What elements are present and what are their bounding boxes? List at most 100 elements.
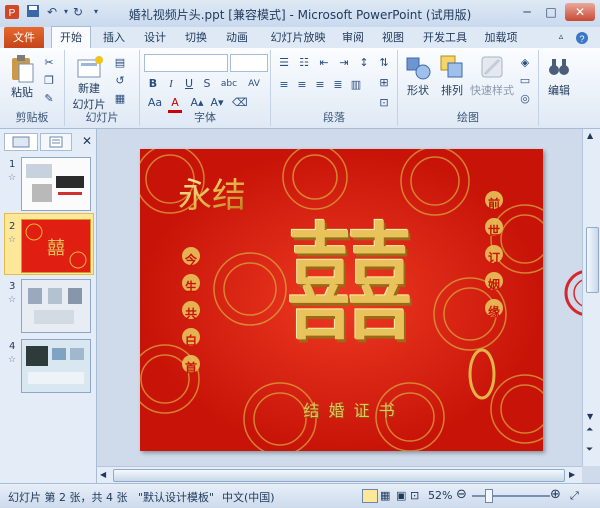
horizontal-scrollbar[interactable]: ◀ ▶ bbox=[97, 466, 582, 484]
change-case-button[interactable]: Aa bbox=[146, 96, 164, 110]
line-spacing-icon[interactable]: ↕ bbox=[357, 56, 371, 70]
slide-thumbnail-2[interactable]: 囍 bbox=[21, 219, 91, 273]
animation-star-icon: ☆ bbox=[8, 235, 17, 245]
vertical-scrollbar[interactable]: ▲ ▼ ⏶ ⏷ bbox=[582, 129, 600, 466]
language-indicator[interactable]: 中文(中国) bbox=[222, 489, 275, 505]
tab-developer[interactable]: 开发工具 bbox=[419, 27, 471, 48]
font-name-combo[interactable] bbox=[144, 54, 228, 72]
shape-effects-icon[interactable]: ◎ bbox=[518, 92, 532, 106]
underline-button[interactable]: U bbox=[182, 77, 196, 91]
slide-thumbnail-3[interactable] bbox=[21, 279, 91, 333]
numbering-icon[interactable]: ☷ bbox=[297, 56, 311, 70]
tab-transitions[interactable]: 切换 bbox=[178, 27, 214, 48]
align-text-icon[interactable]: ⊞ bbox=[377, 76, 391, 90]
grow-font-icon[interactable]: A▴ bbox=[190, 96, 204, 110]
columns-icon[interactable]: ▥ bbox=[349, 78, 363, 92]
quick-styles-icon bbox=[481, 56, 503, 78]
group-paragraph: ☰ ☷ ⇤ ⇥ ↕ ⇅ ⊞ ⊡ ≡ ≡ ≡ ≣ ▥ 段落 bbox=[271, 50, 398, 126]
slideshow-icon[interactable]: ⊡ bbox=[410, 489, 419, 502]
align-left-icon[interactable]: ≡ bbox=[277, 78, 291, 92]
shadow-button[interactable]: abc bbox=[218, 77, 240, 91]
svg-text:囍: 囍 bbox=[47, 238, 65, 259]
double-happiness-character: 囍 bbox=[284, 208, 415, 360]
normal-view-icon[interactable] bbox=[362, 489, 378, 503]
tab-animations[interactable]: 动画 bbox=[219, 27, 255, 48]
char-spacing-button[interactable]: AV bbox=[244, 77, 264, 91]
italic-button[interactable]: I bbox=[164, 77, 178, 91]
format-painter-icon[interactable]: ✎ bbox=[42, 92, 56, 106]
cut-icon[interactable]: ✂ bbox=[42, 56, 56, 70]
animation-star-icon: ☆ bbox=[8, 355, 17, 365]
tab-file[interactable]: 文件 bbox=[4, 27, 44, 48]
slide-number: 4 bbox=[9, 341, 16, 352]
outline-tab[interactable] bbox=[40, 133, 72, 151]
tab-insert[interactable]: 插入 bbox=[96, 27, 132, 48]
fit-to-window-icon[interactable]: ⤢ bbox=[570, 489, 579, 503]
horizontal-scroll-thumb[interactable] bbox=[113, 469, 565, 482]
increase-indent-icon[interactable]: ⇥ bbox=[337, 56, 351, 70]
zoom-in-icon[interactable]: ⊕ bbox=[550, 487, 561, 502]
title-bar: P ↶ ▾ ↻ ▾ 婚礼视频片头.ppt [兼容模式] - Microsoft … bbox=[0, 0, 600, 28]
layout-icon[interactable]: ▤ bbox=[113, 56, 127, 70]
slide-4-preview bbox=[22, 340, 90, 392]
group-drawing: 形状 排列 快速样式 ◈ ▭ ◎ 绘图 bbox=[398, 50, 539, 126]
shapes-icon bbox=[406, 57, 431, 80]
tab-design[interactable]: 设计 bbox=[137, 27, 173, 48]
right-vertical-text: 前 世 订 姻 缘 bbox=[487, 197, 500, 319]
shape-outline-icon[interactable]: ▭ bbox=[518, 74, 532, 88]
shrink-font-icon[interactable]: A▾ bbox=[210, 96, 224, 110]
scroll-up-icon[interactable]: ▲ bbox=[587, 131, 593, 140]
next-slide-icon[interactable]: ⏷ bbox=[586, 445, 593, 455]
copy-icon[interactable]: ❐ bbox=[42, 74, 56, 88]
decrease-indent-icon[interactable]: ⇤ bbox=[317, 56, 331, 70]
status-bar: 幻灯片 第 2 张，共 4 张 "默认设计模板" 中文(中国) ▦ ▣ ⊡ 52… bbox=[0, 483, 600, 508]
zoom-level[interactable]: 52% bbox=[428, 489, 452, 502]
tab-slideshow[interactable]: 幻灯片放映 bbox=[262, 27, 334, 48]
quick-styles-button[interactable]: 快速样式 bbox=[470, 54, 514, 98]
section-icon[interactable]: ▦ bbox=[113, 92, 127, 106]
scroll-right-icon[interactable]: ▶ bbox=[569, 470, 575, 479]
bold-button[interactable]: B bbox=[146, 77, 160, 91]
slide-canvas[interactable]: 永结 今 生 共 白 首 前 世 订 姻 缘 囍 结 婚 证 书 bbox=[140, 149, 543, 451]
scroll-left-icon[interactable]: ◀ bbox=[100, 470, 106, 479]
paste-button[interactable]: 粘贴 bbox=[6, 54, 38, 100]
bullets-icon[interactable]: ☰ bbox=[277, 56, 291, 70]
zoom-slider-thumb[interactable] bbox=[485, 489, 493, 503]
animation-star-icon: ☆ bbox=[8, 173, 17, 183]
slides-pane: ✕ 1 ☆ 2 ☆ 囍 3 ☆ 4 ☆ bbox=[0, 129, 97, 483]
align-center-icon[interactable]: ≡ bbox=[295, 78, 309, 92]
maximize-icon[interactable]: □ bbox=[540, 3, 562, 21]
text-direction-icon[interactable]: ⇅ bbox=[377, 56, 391, 70]
shape-fill-icon[interactable]: ◈ bbox=[518, 56, 532, 70]
zoom-slider-track[interactable] bbox=[472, 495, 550, 497]
previous-slide-icon[interactable]: ⏶ bbox=[586, 425, 593, 435]
tab-view[interactable]: 视图 bbox=[377, 27, 409, 48]
align-right-icon[interactable]: ≡ bbox=[313, 78, 327, 92]
clear-format-icon[interactable]: ⌫ bbox=[232, 96, 248, 110]
slide-thumbnail-1[interactable] bbox=[21, 157, 91, 211]
shapes-button[interactable]: 形状 bbox=[402, 54, 434, 98]
close-icon[interactable]: ✕ bbox=[565, 3, 595, 21]
vertical-scroll-thumb[interactable] bbox=[586, 227, 599, 293]
slides-tab[interactable] bbox=[4, 133, 38, 151]
close-pane-icon[interactable]: ✕ bbox=[80, 133, 94, 149]
slide-sorter-icon[interactable]: ▦ bbox=[380, 489, 390, 502]
editing-button[interactable]: 编辑 bbox=[541, 54, 577, 98]
arrange-button[interactable]: 排列 bbox=[436, 54, 468, 98]
reset-icon[interactable]: ↺ bbox=[113, 74, 127, 88]
tab-addins[interactable]: 加载项 bbox=[479, 27, 523, 48]
smartart-icon[interactable]: ⊡ bbox=[377, 96, 391, 110]
scroll-down-icon[interactable]: ▼ bbox=[587, 412, 593, 421]
font-size-combo[interactable] bbox=[230, 54, 268, 72]
help-icon[interactable]: ? bbox=[574, 27, 590, 48]
reading-view-icon[interactable]: ▣ bbox=[396, 489, 406, 502]
strikethrough-button[interactable]: S bbox=[200, 77, 214, 91]
slide-thumbnail-4[interactable] bbox=[21, 339, 91, 393]
zoom-out-icon[interactable]: ⊖ bbox=[456, 487, 467, 502]
justify-icon[interactable]: ≣ bbox=[331, 78, 345, 92]
ribbon-minimize-icon[interactable]: ▵ bbox=[554, 27, 568, 48]
new-slide-button[interactable]: 新建 幻灯片 bbox=[71, 54, 107, 112]
tab-home[interactable]: 开始 bbox=[51, 26, 91, 49]
minimize-icon[interactable]: ─ bbox=[516, 3, 538, 21]
tab-review[interactable]: 审阅 bbox=[337, 27, 369, 48]
